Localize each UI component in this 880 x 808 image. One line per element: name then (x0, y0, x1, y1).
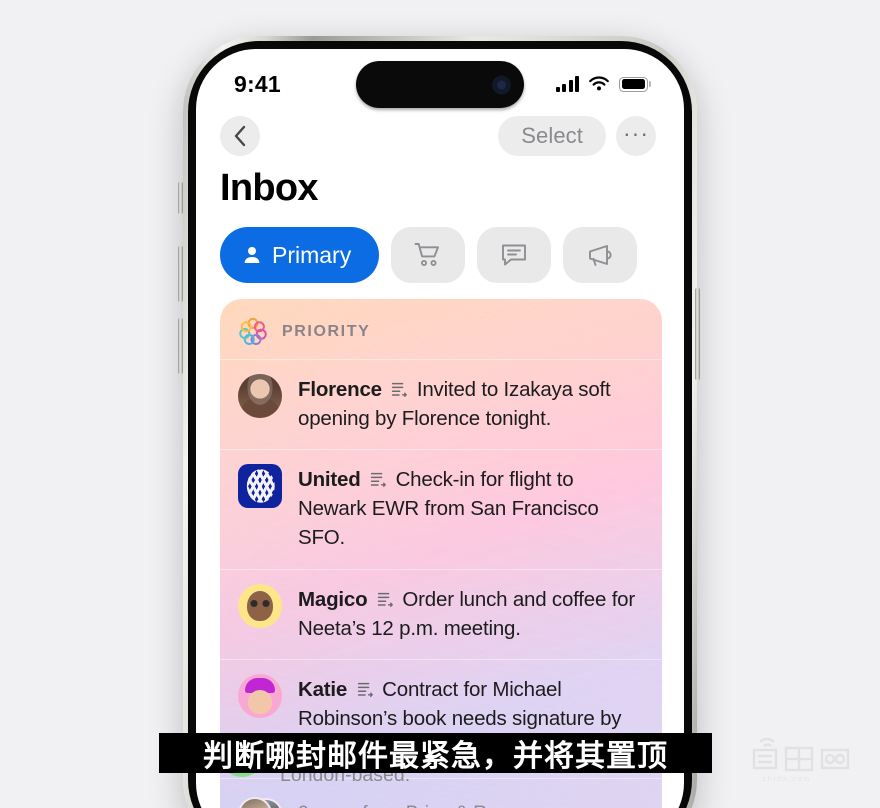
wifi-icon (589, 76, 609, 91)
priority-item[interactable]: Magico Order lunch and coffee for Neeta’… (220, 568, 662, 659)
priority-card-header: PRIORITY (220, 299, 662, 359)
megaphone-icon (589, 245, 612, 266)
subtitle-overlay: 判断哪封邮件最紧急，并将其置顶 (159, 733, 712, 774)
filter-tab-primary[interactable]: Primary (220, 227, 380, 283)
priority-item-sender: United (298, 468, 361, 492)
filter-tab-promotions[interactable] (563, 227, 638, 283)
status-bar-time: 9:41 (234, 70, 281, 97)
volume-down-button[interactable] (178, 318, 183, 374)
apple-intelligence-icon (239, 317, 267, 345)
page-title: Inbox (220, 167, 319, 209)
chat-bubble-icon (502, 244, 527, 266)
back-button[interactable] (220, 116, 260, 156)
shopping-cart-icon (414, 243, 440, 266)
mailbox-filter-tabs: Primary (220, 227, 662, 283)
priority-item[interactable]: United Check-in for flight to Newark EWR… (220, 449, 662, 568)
select-button[interactable]: Select (498, 116, 606, 156)
screenshot-stage: 9:41 Select ··· Inbox Primary PRIORITY F… (0, 0, 880, 808)
magico-avatar (238, 583, 282, 628)
summary-icon (377, 592, 393, 607)
priority-item-text: United Check-in for flight to Newark EWR… (298, 464, 642, 552)
priority-item-sender: Florence (298, 378, 382, 401)
florence-avatar (238, 374, 282, 418)
chevron-left-icon (234, 125, 246, 147)
zhidx-logo-watermark: zhidx.com (752, 737, 850, 783)
more-options-button[interactable]: ··· (616, 116, 656, 156)
filter-tab-primary-label: Primary (272, 241, 352, 268)
priority-item[interactable]: Florence Invited to Izakaya soft opening… (220, 359, 662, 449)
priority-item-sender: Katie (298, 677, 348, 701)
united-logo-avatar (238, 464, 282, 509)
cellular-bars-icon (555, 76, 579, 92)
summary-icon (357, 682, 373, 697)
power-button[interactable] (695, 288, 700, 380)
phone-screen: 9:41 Select ··· Inbox Primary PRIORITY F… (196, 49, 684, 808)
person-icon (244, 247, 260, 263)
front-camera-icon (492, 75, 511, 94)
navigation-bar: Select ··· (196, 105, 684, 167)
status-bar-indicators (555, 76, 648, 92)
priority-item-text: Florence Invited to Izakaya soft opening… (298, 374, 642, 433)
priority-item-text: Magico Order lunch and coffee for Neeta’… (298, 584, 642, 643)
phone-device-frame: 9:41 Select ··· Inbox Primary PRIORITY F… (178, 36, 700, 808)
priority-item-sender: Magico (298, 587, 368, 611)
subtitle-text: 判断哪封邮件最紧急，并将其置顶 (203, 739, 668, 774)
filter-tab-transactions[interactable] (391, 227, 466, 283)
filter-tab-updates[interactable] (477, 227, 552, 283)
svg-text:zhidx.com: zhidx.com (762, 776, 812, 783)
volume-up-button[interactable] (178, 246, 183, 302)
summary-icon (370, 473, 386, 488)
priority-label: PRIORITY (282, 323, 371, 340)
dynamic-island (356, 61, 524, 108)
battery-full-icon (619, 76, 648, 92)
silent-switch-button[interactable] (178, 182, 183, 214)
summary-icon (392, 382, 408, 397)
katie-avatar (238, 673, 282, 718)
